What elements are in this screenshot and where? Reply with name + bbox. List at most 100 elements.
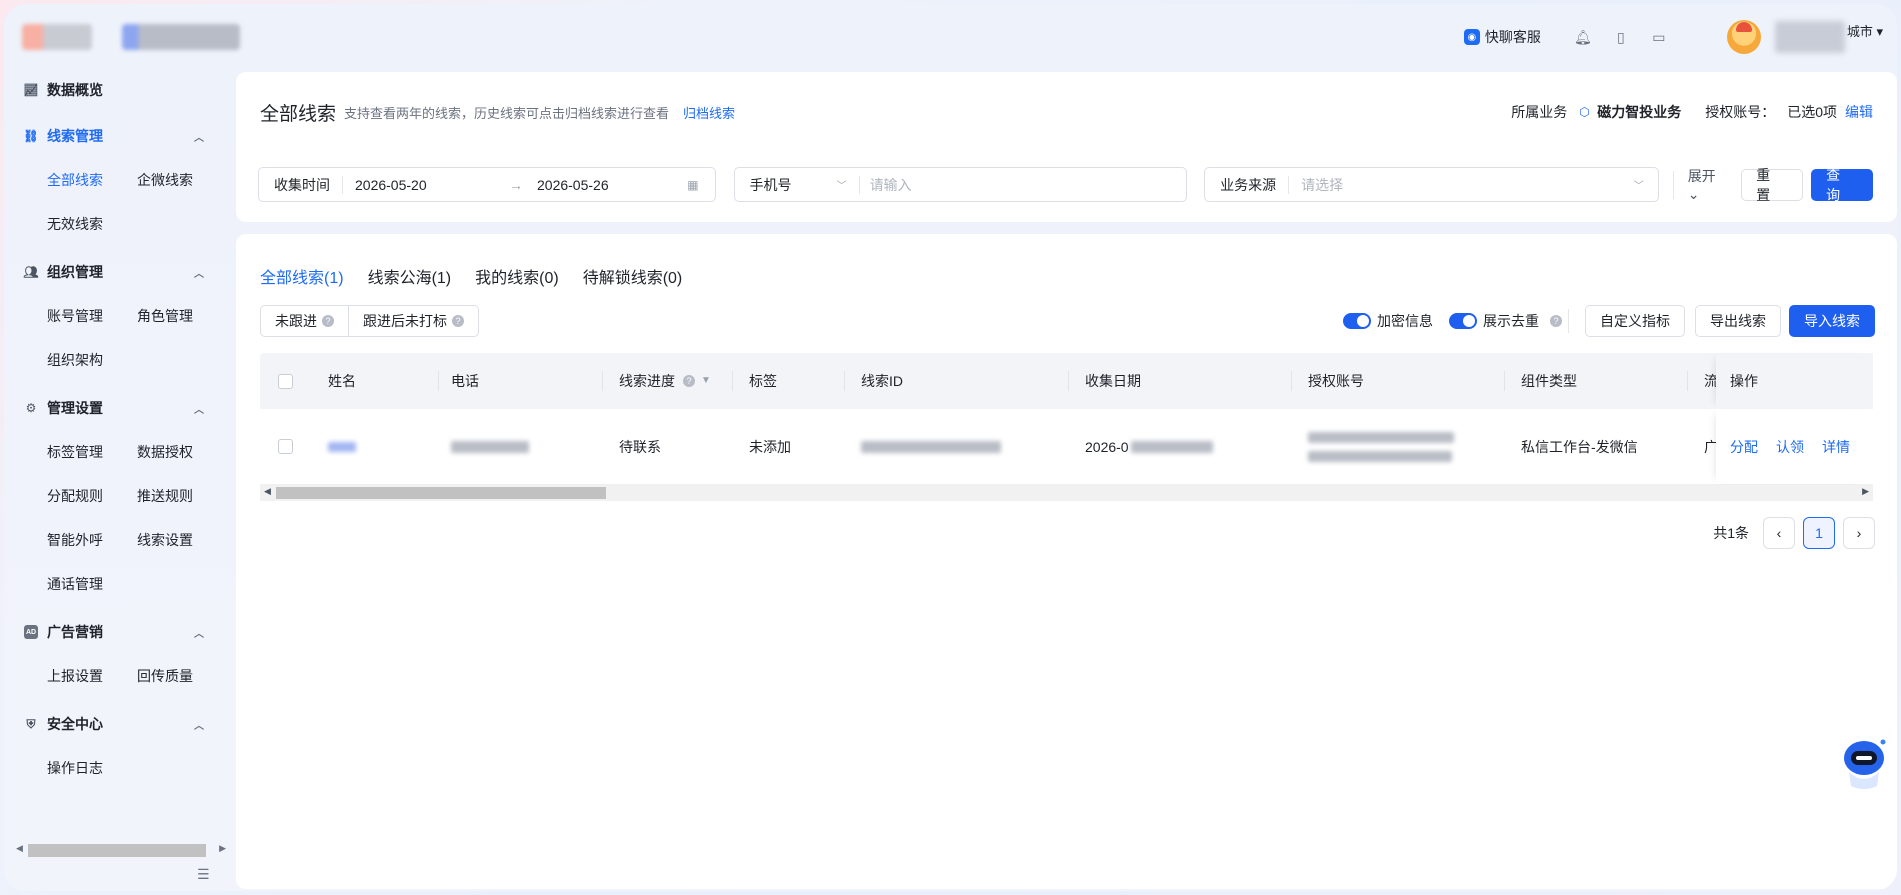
scroll-thumb[interactable] — [276, 487, 606, 499]
customer-service-button[interactable]: ◉ 快聊客服 — [1463, 27, 1541, 47]
col-auth-account: 授权账号 — [1292, 353, 1505, 409]
encrypt-info-toggle[interactable] — [1343, 313, 1371, 329]
scroll-left-icon[interactable]: ◀ — [16, 843, 23, 854]
sidebar-item-overview[interactable]: 📈︎ 数据概览 — [4, 70, 234, 110]
custom-metrics-button[interactable]: 自定义指标 — [1585, 305, 1685, 337]
not-followed-filter[interactable]: 未跟进? — [261, 306, 348, 336]
tab-locked-leads[interactable]: 待解锁线索(0) — [583, 264, 683, 288]
page-number[interactable]: 1 — [1803, 517, 1835, 549]
assign-link[interactable]: 分配 — [1730, 437, 1758, 457]
chevron-up-icon: ︿ — [194, 404, 204, 416]
tab-all-leads[interactable]: 全部线索(1) — [260, 264, 344, 288]
sidebar-item-lead-settings[interactable]: 线索设置 — [137, 518, 227, 562]
sidebar-item-org-structure[interactable]: 组织架构 — [47, 338, 137, 382]
sidebar-item-wecom-leads[interactable]: 企微线索 — [137, 158, 227, 202]
brand-logo[interactable] — [22, 24, 92, 50]
chat-icon: ◉ — [1463, 29, 1480, 45]
show-dedup-toggle[interactable] — [1449, 313, 1477, 329]
source-filter[interactable]: 业务来源 请选择 ﹀ — [1204, 167, 1659, 202]
bell-icon[interactable]: 🔔︎ — [1573, 27, 1593, 47]
sidebar-item-smart-call[interactable]: 智能外呼 — [47, 518, 137, 562]
sidebar: 📈︎ 数据概览 ⛓︎ 线索管理 ︿ 全部线索 企微线索 无效线索 👥︎ 组织管理… — [4, 70, 234, 891]
sidebar-scrollbar[interactable]: ◀ ▶ — [14, 841, 226, 857]
followed-untagged-filter[interactable]: 跟进后未打标? — [348, 306, 478, 336]
sidebar-group-head-leads[interactable]: ⛓︎ 线索管理 ︿ — [4, 114, 234, 158]
encrypt-info-label: 加密信息 — [1377, 313, 1433, 329]
message-icon[interactable]: ▭ — [1649, 27, 1669, 47]
lead-auth-account — [1308, 431, 1454, 443]
scroll-right-icon[interactable]: ▶ — [1862, 486, 1869, 497]
phone-input[interactable]: 请输入 — [870, 175, 912, 195]
date-start[interactable]: 2026-05-20 — [355, 177, 509, 193]
page-title: 全部线索 — [260, 103, 337, 125]
sidebar-item-report-settings[interactable]: 上报设置 — [47, 654, 137, 698]
next-page-button[interactable]: › — [1843, 517, 1875, 549]
sidebar-item-callback-quality[interactable]: 回传质量 — [137, 654, 227, 698]
expand-filters-button[interactable]: 展开 ⌄ — [1688, 166, 1732, 203]
prev-page-button[interactable]: ‹ — [1763, 517, 1795, 549]
row-checkbox[interactable] — [278, 439, 293, 454]
date-end[interactable]: 2026-05-26 — [537, 177, 609, 193]
col-actions: 操作 — [1716, 353, 1873, 409]
sidebar-item-assign-rules[interactable]: 分配规则 — [47, 474, 137, 518]
sidebar-item-roles[interactable]: 角色管理 — [137, 294, 227, 338]
quick-filter-group: 未跟进? 跟进后未打标? — [260, 305, 479, 337]
sidebar-item-operation-log[interactable]: 操作日志 — [47, 746, 137, 790]
avatar[interactable] — [1726, 20, 1761, 54]
sidebar-group-ads: AD 广告营销 ︿ 上报设置 回传质量 — [4, 610, 234, 698]
sidebar-group-head-settings[interactable]: ⚙︎ 管理设置 ︿ — [4, 386, 234, 430]
collect-date-range[interactable]: 收集时间 2026-05-20 → 2026-05-26 ▦ — [258, 167, 716, 202]
phone-type-select[interactable]: 手机号 ﹀ — [735, 175, 860, 194]
scroll-thumb[interactable] — [28, 844, 206, 857]
leads-table: 姓名 电话 线索进度 ? ▼ 标签 线索ID 收集日期 授权账号 组件类型 流 操… — [260, 353, 1873, 501]
col-lead-id: 线索ID — [845, 353, 1069, 409]
sidebar-item-push-rules[interactable]: 推送规则 — [137, 474, 227, 518]
sidebar-group-head-security[interactable]: ⛨ 安全中心 ︿ — [4, 702, 234, 746]
table-horizontal-scrollbar[interactable]: ◀ ▶ — [260, 485, 1873, 501]
tab-lead-pool[interactable]: 线索公海(1) — [368, 264, 452, 288]
sidebar-item-call-management[interactable]: 通话管理 — [47, 562, 137, 606]
ad-icon: AD — [24, 625, 38, 639]
search-button[interactable]: 查 询 — [1811, 167, 1873, 203]
robot-assistant-icon[interactable] — [1839, 736, 1889, 790]
sidebar-group-head-org[interactable]: 👥︎ 组织管理 ︿ — [4, 250, 234, 294]
archive-leads-link[interactable]: 归档线索 — [683, 103, 735, 122]
select-all-checkbox[interactable] — [278, 373, 293, 389]
sidebar-item-data-auth[interactable]: 数据授权 — [137, 430, 227, 474]
chevron-up-icon: ︿ — [194, 132, 204, 144]
claim-link[interactable]: 认领 — [1776, 437, 1804, 457]
auth-account-value: 已选0项 — [1787, 104, 1837, 120]
filter-icon[interactable]: ▼ — [701, 375, 711, 387]
edit-auth-link[interactable]: 编辑 — [1845, 102, 1873, 122]
user-name[interactable] — [1774, 21, 1845, 53]
lead-name[interactable] — [328, 441, 356, 452]
phone-icon[interactable]: ▯ — [1611, 27, 1631, 47]
import-leads-button[interactable]: 导入线索 — [1789, 305, 1875, 337]
business-name[interactable]: 磁力智投业务 — [1597, 102, 1681, 122]
reset-button[interactable]: 重 置 — [1741, 167, 1804, 203]
source-select[interactable]: 请选择 — [1301, 175, 1343, 195]
phone-filter[interactable]: 手机号 ﹀ 请输入 — [733, 167, 1188, 202]
chevron-up-icon: ︿ — [194, 628, 204, 640]
sidebar-group-security: ⛨ 安全中心 ︿ 操作日志 — [4, 702, 234, 790]
collapse-sidebar-icon[interactable]: ☰ — [197, 866, 210, 883]
sidebar-group-org: 👥︎ 组织管理 ︿ 账号管理 角色管理 组织架构 — [4, 250, 234, 382]
lead-collect-date: 2026-0 — [1085, 438, 1129, 455]
col-component-type: 组件类型 — [1505, 353, 1688, 409]
tab-my-leads[interactable]: 我的线索(0) — [475, 264, 559, 288]
help-icon: ? — [452, 315, 464, 327]
export-leads-button[interactable]: 导出线索 — [1695, 305, 1781, 337]
sidebar-item-all-leads[interactable]: 全部线索 — [47, 158, 137, 202]
sidebar-group-head-ads[interactable]: AD 广告营销 ︿ — [4, 610, 234, 654]
sidebar-group-leads: ⛓︎ 线索管理 ︿ 全部线索 企微线索 无效线索 — [4, 114, 234, 246]
sidebar-item-invalid-leads[interactable]: 无效线索 — [47, 202, 137, 246]
scroll-right-icon[interactable]: ▶ — [219, 843, 226, 854]
city-dropdown[interactable]: 城市 ▾ — [1847, 21, 1883, 40]
detail-link[interactable]: 详情 — [1822, 437, 1850, 457]
col-phone: 电话 — [439, 353, 603, 409]
show-dedup-label: 展示去重 — [1483, 313, 1539, 329]
sidebar-item-tags[interactable]: 标签管理 — [47, 430, 137, 474]
sidebar-item-accounts[interactable]: 账号管理 — [47, 294, 137, 338]
shield-icon: ⛨ — [26, 716, 36, 731]
scroll-left-icon[interactable]: ◀ — [264, 486, 271, 497]
